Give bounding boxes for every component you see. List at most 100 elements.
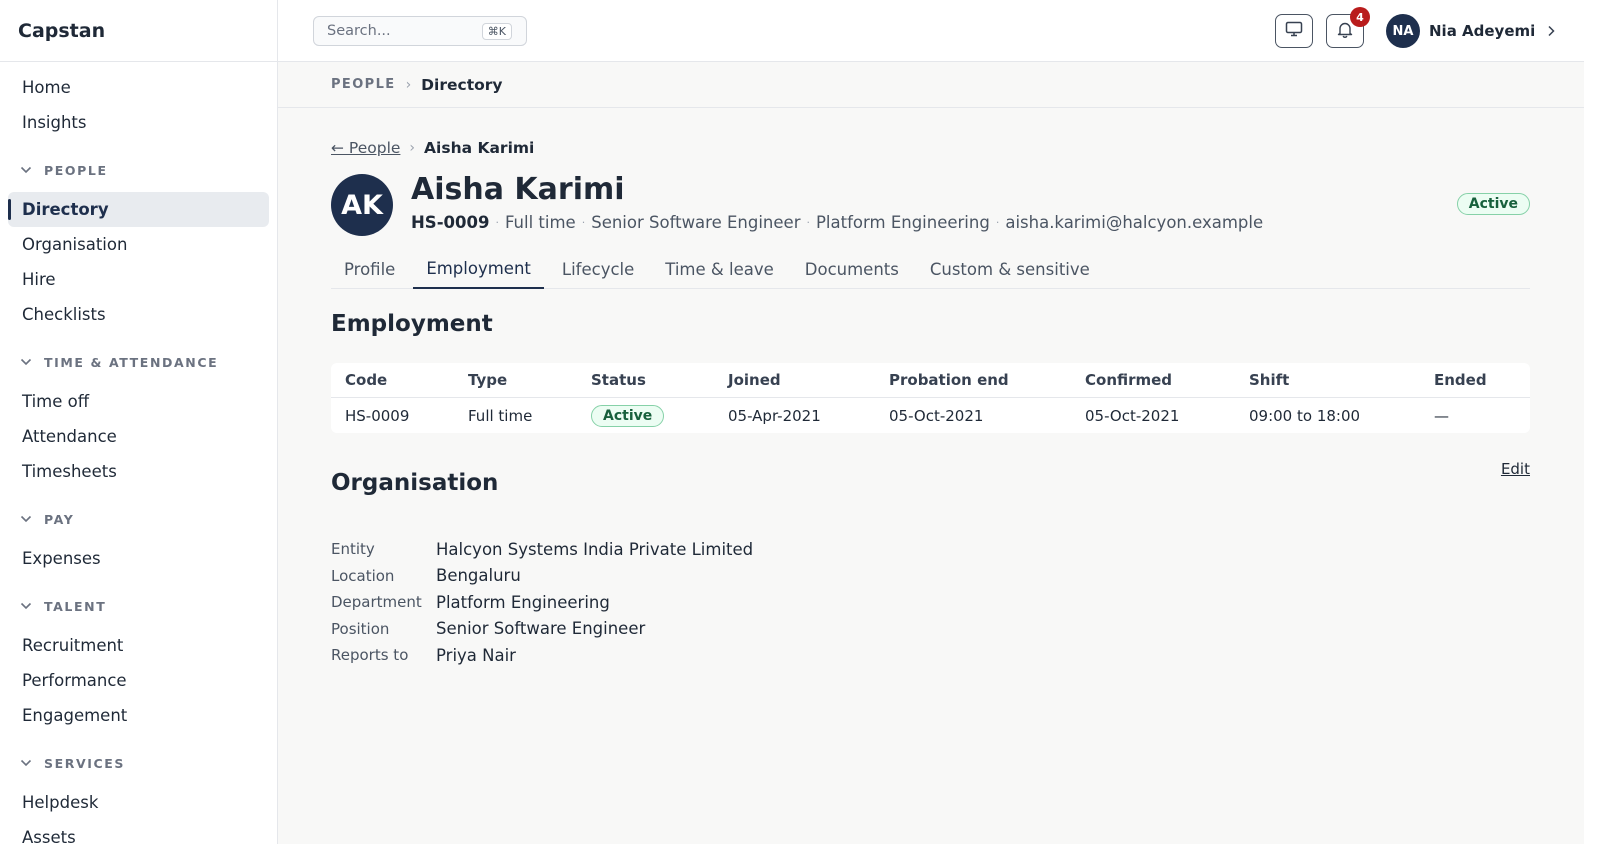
notifications-button[interactable]: 4 xyxy=(1326,7,1370,48)
separator-dot: · xyxy=(806,216,810,229)
sidebar-group-label: PEOPLE xyxy=(44,162,108,178)
breadcrumb-separator-icon: › xyxy=(409,140,416,156)
chevron-down-icon xyxy=(20,166,34,174)
search-input[interactable]: Search... ⌘K xyxy=(313,16,527,46)
detail-label: Department xyxy=(331,593,422,612)
detail-row-position: Position Senior Software Engineer xyxy=(331,616,753,643)
back-to-people-link[interactable]: ← People xyxy=(331,139,400,157)
notification-count-badge: 4 xyxy=(1350,7,1370,27)
search-shortcut-hint: ⌘K xyxy=(481,23,512,40)
detail-value: Senior Software Engineer xyxy=(436,619,646,639)
profile-tabs: Profile Employment Lifecycle Time & leav… xyxy=(331,249,1530,289)
chevron-right-icon xyxy=(1547,25,1555,37)
detail-label: Position xyxy=(331,619,390,638)
person-avatar: AK xyxy=(331,174,393,236)
person-employment-type: Full time xyxy=(504,213,576,232)
page-title: Aisha Karimi xyxy=(411,172,625,207)
sidebar-item-engagement[interactable]: Engagement xyxy=(8,698,269,733)
sidebar-group-services[interactable]: SERVICES xyxy=(8,751,269,775)
sidebar-item-expenses[interactable]: Expenses xyxy=(8,541,269,576)
detail-row-reports-to: Reports to Priya Nair xyxy=(331,642,753,669)
sidebar-group-pay[interactable]: PAY xyxy=(8,507,269,531)
display-toggle-button[interactable] xyxy=(1275,14,1313,48)
column-header-confirmed: Confirmed xyxy=(1085,371,1173,389)
tab-documents[interactable]: Documents xyxy=(792,249,912,289)
breadcrumb: PEOPLE › Directory xyxy=(278,62,1584,108)
sidebar-item-directory[interactable]: Directory xyxy=(8,192,269,227)
sidebar-group-people[interactable]: PEOPLE xyxy=(8,158,269,182)
cell-code: HS-0009 xyxy=(345,406,410,425)
sidebar-item-checklists[interactable]: Checklists xyxy=(8,297,269,332)
sidebar-item-assets[interactable]: Assets xyxy=(8,820,269,844)
separator-dot: · xyxy=(995,216,1000,229)
page-scrollbar[interactable] xyxy=(1584,0,1600,844)
person-meta: HS-0009 · Full time · Senior Software En… xyxy=(411,213,1263,232)
sidebar-item-time-off[interactable]: Time off xyxy=(8,384,269,419)
sidebar-item-performance[interactable]: Performance xyxy=(8,663,269,698)
breadcrumb-current: Directory xyxy=(421,75,503,94)
bell-icon xyxy=(1337,21,1353,42)
detail-value: Priya Nair xyxy=(436,645,516,665)
user-name: Nia Adeyemi xyxy=(1429,22,1536,40)
sidebar-item-insights[interactable]: Insights xyxy=(8,105,269,140)
chevron-down-icon xyxy=(20,602,34,610)
person-email: aisha.karimi@halcyon.example xyxy=(1005,213,1264,232)
sidebar-item-attendance[interactable]: Attendance xyxy=(8,419,269,454)
detail-row-location: Location Bengaluru xyxy=(331,563,753,590)
sidebar-item-organisation[interactable]: Organisation xyxy=(8,227,269,262)
topbar: Search... ⌘K 4 NA Nia Adeyemi xyxy=(278,0,1584,62)
chevron-down-icon xyxy=(20,759,34,767)
separator-dot: · xyxy=(495,216,499,229)
cell-joined: 05-Apr-2021 xyxy=(728,406,821,425)
tab-lifecycle[interactable]: Lifecycle xyxy=(549,249,647,289)
person-code: HS-0009 xyxy=(411,213,490,232)
organisation-section-title: Organisation xyxy=(331,470,499,496)
column-header-status: Status xyxy=(591,371,646,389)
tab-profile[interactable]: Profile xyxy=(331,249,408,289)
sidebar-item-home[interactable]: Home xyxy=(8,70,269,105)
sidebar-item-hire[interactable]: Hire xyxy=(8,262,269,297)
status-badge: Active xyxy=(1456,193,1530,215)
sidebar-group-time-attendance[interactable]: TIME & ATTENDANCE xyxy=(8,350,269,374)
person-breadcrumb-current: Aisha Karimi xyxy=(424,139,535,157)
table-header-row: Code Type Status Joined Probation end Co… xyxy=(331,363,1530,398)
sidebar-nav: Home Insights PEOPLE Directory Organisat… xyxy=(0,62,277,844)
sidebar-item-helpdesk[interactable]: Helpdesk xyxy=(8,785,269,820)
avatar: NA xyxy=(1386,14,1420,48)
sidebar-item-recruitment[interactable]: Recruitment xyxy=(8,628,269,663)
tab-custom-sensitive[interactable]: Custom & sensitive xyxy=(917,249,1103,289)
sidebar-group-label: TALENT xyxy=(44,598,107,614)
tab-employment[interactable]: Employment xyxy=(413,249,544,289)
breadcrumb-section[interactable]: PEOPLE xyxy=(331,77,396,92)
breadcrumb-separator-icon: › xyxy=(405,76,412,93)
tab-time-leave[interactable]: Time & leave xyxy=(652,249,787,289)
person-department: Platform Engineering xyxy=(815,213,990,232)
detail-label: Entity xyxy=(331,540,375,559)
user-menu[interactable]: NA Nia Adeyemi xyxy=(1386,14,1555,48)
cell-status: Active xyxy=(577,404,714,427)
app-brand[interactable]: Capstan xyxy=(0,0,277,62)
employment-section-title: Employment xyxy=(331,311,493,337)
detail-row-entity: Entity Halcyon Systems India Private Lim… xyxy=(331,536,753,563)
detail-value: Halcyon Systems India Private Limited xyxy=(436,539,754,559)
chevron-down-icon xyxy=(20,515,34,523)
separator-dot: · xyxy=(581,216,586,229)
column-header-joined: Joined xyxy=(728,371,781,389)
sidebar-item-timesheets[interactable]: Timesheets xyxy=(8,454,269,489)
cell-type: Full time xyxy=(468,406,533,425)
sidebar-group-label: TIME & ATTENDANCE xyxy=(44,354,219,370)
edit-organisation-link[interactable]: Edit xyxy=(1501,460,1530,478)
detail-row-department: Department Platform Engineering xyxy=(331,589,753,616)
monitor-icon xyxy=(1285,21,1303,41)
column-header-type: Type xyxy=(468,371,508,389)
column-header-ended: Ended xyxy=(1434,371,1487,389)
column-header-probation-end: Probation end xyxy=(889,371,1009,389)
sidebar: Capstan Home Insights PEOPLE Directory O… xyxy=(0,0,278,844)
detail-value: Bengaluru xyxy=(436,566,521,586)
sidebar-group-talent[interactable]: TALENT xyxy=(8,594,269,618)
person-title: Senior Software Engineer xyxy=(591,213,801,232)
employment-table: Code Type Status Joined Probation end Co… xyxy=(331,363,1530,433)
table-row[interactable]: HS-0009 Full time Active 05-Apr-2021 05-… xyxy=(331,398,1530,433)
main-content: ← People › Aisha Karimi AK Aisha Karimi … xyxy=(331,108,1530,844)
detail-value: Platform Engineering xyxy=(436,592,610,612)
